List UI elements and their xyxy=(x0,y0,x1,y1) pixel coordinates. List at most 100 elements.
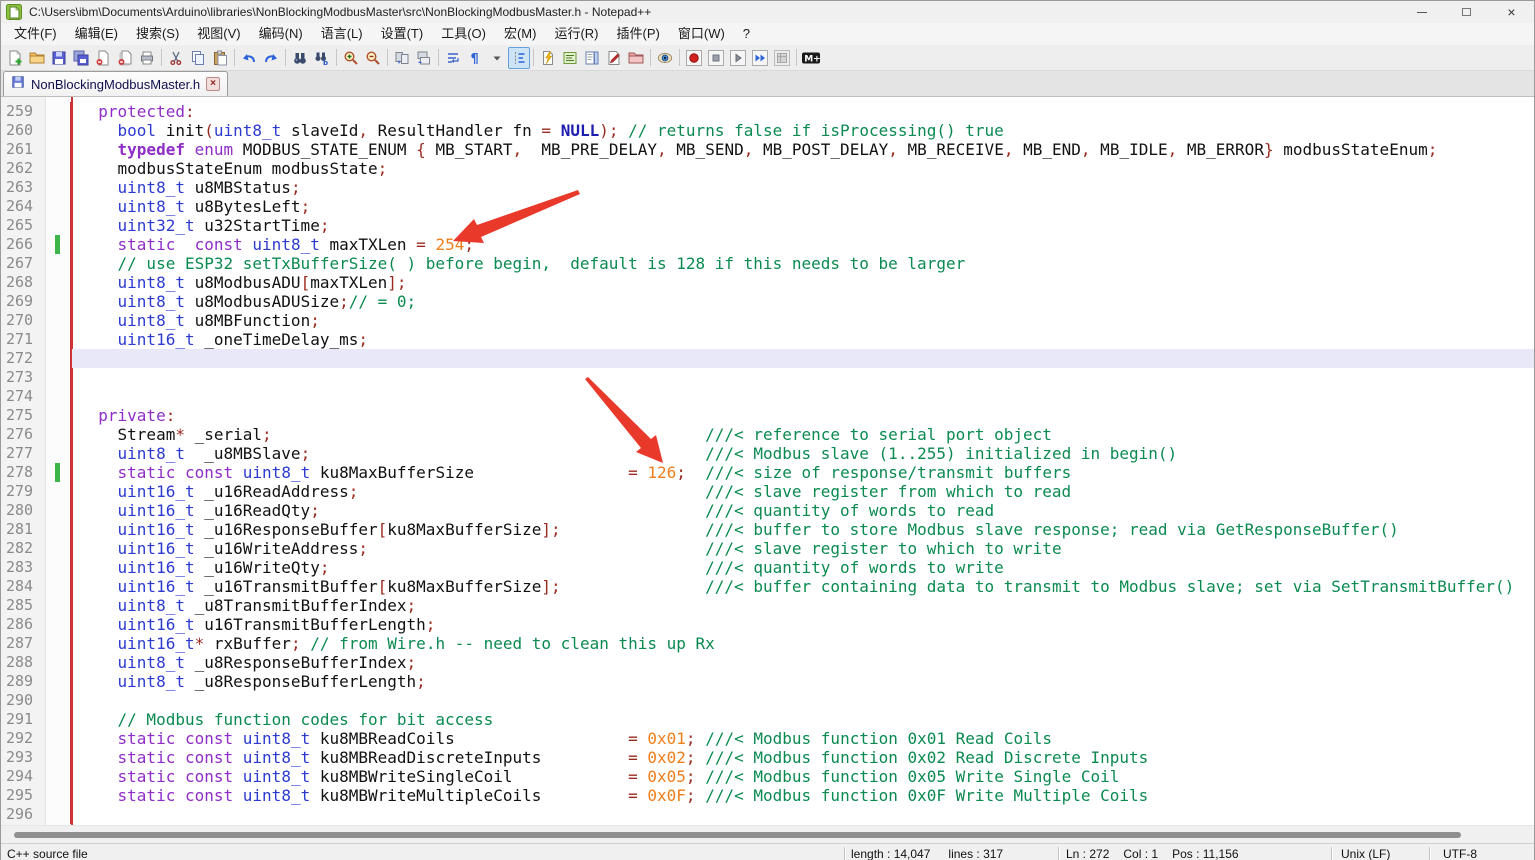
line-number[interactable]: 262 xyxy=(1,159,46,178)
line-number[interactable]: 267 xyxy=(1,254,46,273)
code-text[interactable]: bool init(uint8_t slaveId, ResultHandler… xyxy=(72,121,1534,140)
markdown-plus-plugin-button[interactable]: M+ xyxy=(800,47,822,69)
code-text[interactable] xyxy=(72,349,1534,368)
code-text[interactable]: uint8_t u8MBFunction; xyxy=(72,311,1534,330)
line-number[interactable]: 274 xyxy=(1,387,46,406)
line-number[interactable]: 293 xyxy=(1,748,46,767)
line-number[interactable]: 270 xyxy=(1,311,46,330)
line-number[interactable]: 278 xyxy=(1,463,46,482)
open-file-button[interactable] xyxy=(26,47,48,69)
code-text[interactable]: // use ESP32 setTxBufferSize( ) before b… xyxy=(72,254,1534,273)
menu-item-run[interactable]: 运行(R) xyxy=(545,24,607,44)
word-wrap-button[interactable] xyxy=(442,47,464,69)
menu-item-search[interactable]: 搜索(S) xyxy=(127,24,188,44)
menu-item-encoding[interactable]: 编码(N) xyxy=(250,24,312,44)
line-number[interactable]: 260 xyxy=(1,121,46,140)
menu-item-macro[interactable]: 宏(M) xyxy=(495,24,546,44)
line-number[interactable]: 290 xyxy=(1,691,46,710)
zoom-in-button[interactable] xyxy=(340,47,362,69)
macro-run-multiple-button[interactable] xyxy=(749,47,771,69)
close-file-button[interactable] xyxy=(92,47,114,69)
function-list-button[interactable] xyxy=(559,47,581,69)
line-number[interactable]: 268 xyxy=(1,273,46,292)
code-text[interactable] xyxy=(72,691,1534,710)
code-text[interactable] xyxy=(72,805,1534,824)
menu-item-view[interactable]: 视图(V) xyxy=(188,24,249,44)
code-text[interactable]: static const uint8_t ku8MBReadCoils = 0x… xyxy=(72,729,1534,748)
code-text[interactable]: typedef enum MODBUS_STATE_ENUM { MB_STAR… xyxy=(72,140,1534,159)
code-text[interactable]: uint16_t _u16TransmitBuffer[ku8MaxBuffer… xyxy=(72,577,1534,596)
code-text[interactable]: uint8_t _u8MBSlave; ///< Modbus slave (1… xyxy=(72,444,1534,463)
code-text[interactable]: static const uint8_t maxTXLen = 254; xyxy=(72,235,1534,254)
code-text[interactable]: uint16_t _u16ResponseBuffer[ku8MaxBuffer… xyxy=(72,520,1534,539)
line-number[interactable]: 281 xyxy=(1,520,46,539)
line-number[interactable]: 272 xyxy=(1,349,46,368)
line-number[interactable]: 288 xyxy=(1,653,46,672)
line-number[interactable]: 295 xyxy=(1,786,46,805)
code-editor[interactable]: 259 protected: 260 bool init(uint8_t slav… xyxy=(1,97,1534,825)
code-text[interactable]: uint32_t u32StartTime; xyxy=(72,216,1534,235)
macro-record-button[interactable] xyxy=(683,47,705,69)
close-all-button[interactable] xyxy=(114,47,136,69)
paste-button[interactable] xyxy=(209,47,231,69)
undo-button[interactable] xyxy=(238,47,260,69)
code-text[interactable]: uint8_t u8ModbusADU[maxTXLen]; xyxy=(72,273,1534,292)
code-text[interactable]: static const uint8_t ku8MBReadDiscreteIn… xyxy=(72,748,1534,767)
doc-map-button[interactable] xyxy=(581,47,603,69)
cut-button[interactable] xyxy=(165,47,187,69)
line-number[interactable]: 289 xyxy=(1,672,46,691)
code-text[interactable] xyxy=(72,387,1534,406)
line-number[interactable]: 282 xyxy=(1,539,46,558)
code-text[interactable] xyxy=(72,368,1534,387)
code-text[interactable]: uint8_t u8BytesLeft; xyxy=(72,197,1534,216)
line-number[interactable]: 294 xyxy=(1,767,46,786)
line-number[interactable]: 266 xyxy=(1,235,46,254)
indent-guide-button[interactable] xyxy=(508,47,530,69)
menu-item-tools[interactable]: 工具(O) xyxy=(432,24,495,44)
line-number[interactable]: 269 xyxy=(1,292,46,311)
print-button[interactable] xyxy=(136,47,158,69)
line-number[interactable]: 259 xyxy=(1,102,46,121)
code-text[interactable]: uint8_t _u8TransmitBufferIndex; xyxy=(72,596,1534,615)
save-file-button[interactable] xyxy=(48,47,70,69)
code-text[interactable]: uint16_t _u16ReadAddress; ///< slave reg… xyxy=(72,482,1534,501)
sync-horizontal-button[interactable] xyxy=(413,47,435,69)
macro-play-button[interactable] xyxy=(727,47,749,69)
line-number[interactable]: 291 xyxy=(1,710,46,729)
code-text[interactable]: uint16_t _oneTimeDelay_ms; xyxy=(72,330,1534,349)
macro-save-button[interactable] xyxy=(771,47,793,69)
code-text[interactable]: Stream* _serial; ///< reference to seria… xyxy=(72,425,1534,444)
replace-button[interactable]: b xyxy=(311,47,333,69)
chevron-dropdown-button[interactable] xyxy=(486,47,508,69)
code-text[interactable]: uint8_t u8ModbusADUSize;// = 0; xyxy=(72,292,1534,311)
menu-item-edit[interactable]: 编辑(E) xyxy=(66,24,127,44)
code-text[interactable]: private: xyxy=(72,406,1534,425)
line-number[interactable]: 296 xyxy=(1,805,46,824)
line-number[interactable]: 273 xyxy=(1,368,46,387)
line-number[interactable]: 284 xyxy=(1,577,46,596)
show-all-characters-button[interactable]: ¶ xyxy=(464,47,486,69)
code-text[interactable]: // Modbus function codes for bit access xyxy=(72,710,1534,729)
code-text[interactable]: uint16_t _u16WriteQty; ///< quantity of … xyxy=(72,558,1534,577)
line-number[interactable]: 283 xyxy=(1,558,46,577)
line-number[interactable]: 261 xyxy=(1,140,46,159)
line-number[interactable]: 264 xyxy=(1,197,46,216)
line-number[interactable]: 271 xyxy=(1,330,46,349)
code-text[interactable]: uint8_t _u8ResponseBufferIndex; xyxy=(72,653,1534,672)
code-text[interactable]: static const uint8_t ku8MBWriteSingleCoi… xyxy=(72,767,1534,786)
close-button[interactable]: × xyxy=(1489,1,1534,23)
horizontal-scrollbar[interactable] xyxy=(1,825,1534,843)
code-text[interactable]: modbusStateEnum modbusState; xyxy=(72,159,1534,178)
menu-item-plugins[interactable]: 插件(P) xyxy=(608,24,669,44)
maximize-button[interactable] xyxy=(1444,1,1489,23)
line-number[interactable]: 292 xyxy=(1,729,46,748)
code-text[interactable]: protected: xyxy=(72,102,1534,121)
line-number[interactable]: 286 xyxy=(1,615,46,634)
doc-switcher-button[interactable] xyxy=(537,47,559,69)
save-all-button[interactable] xyxy=(70,47,92,69)
horizontal-scrollbar-thumb[interactable] xyxy=(14,832,1461,838)
tab-close-icon[interactable]: × xyxy=(206,77,220,91)
tab-nonblockingmodbusmaster[interactable]: NonBlockingModbusMaster.h × xyxy=(3,71,228,96)
menu-item-window[interactable]: 窗口(W) xyxy=(669,24,734,44)
file-monitoring-button[interactable] xyxy=(654,47,676,69)
